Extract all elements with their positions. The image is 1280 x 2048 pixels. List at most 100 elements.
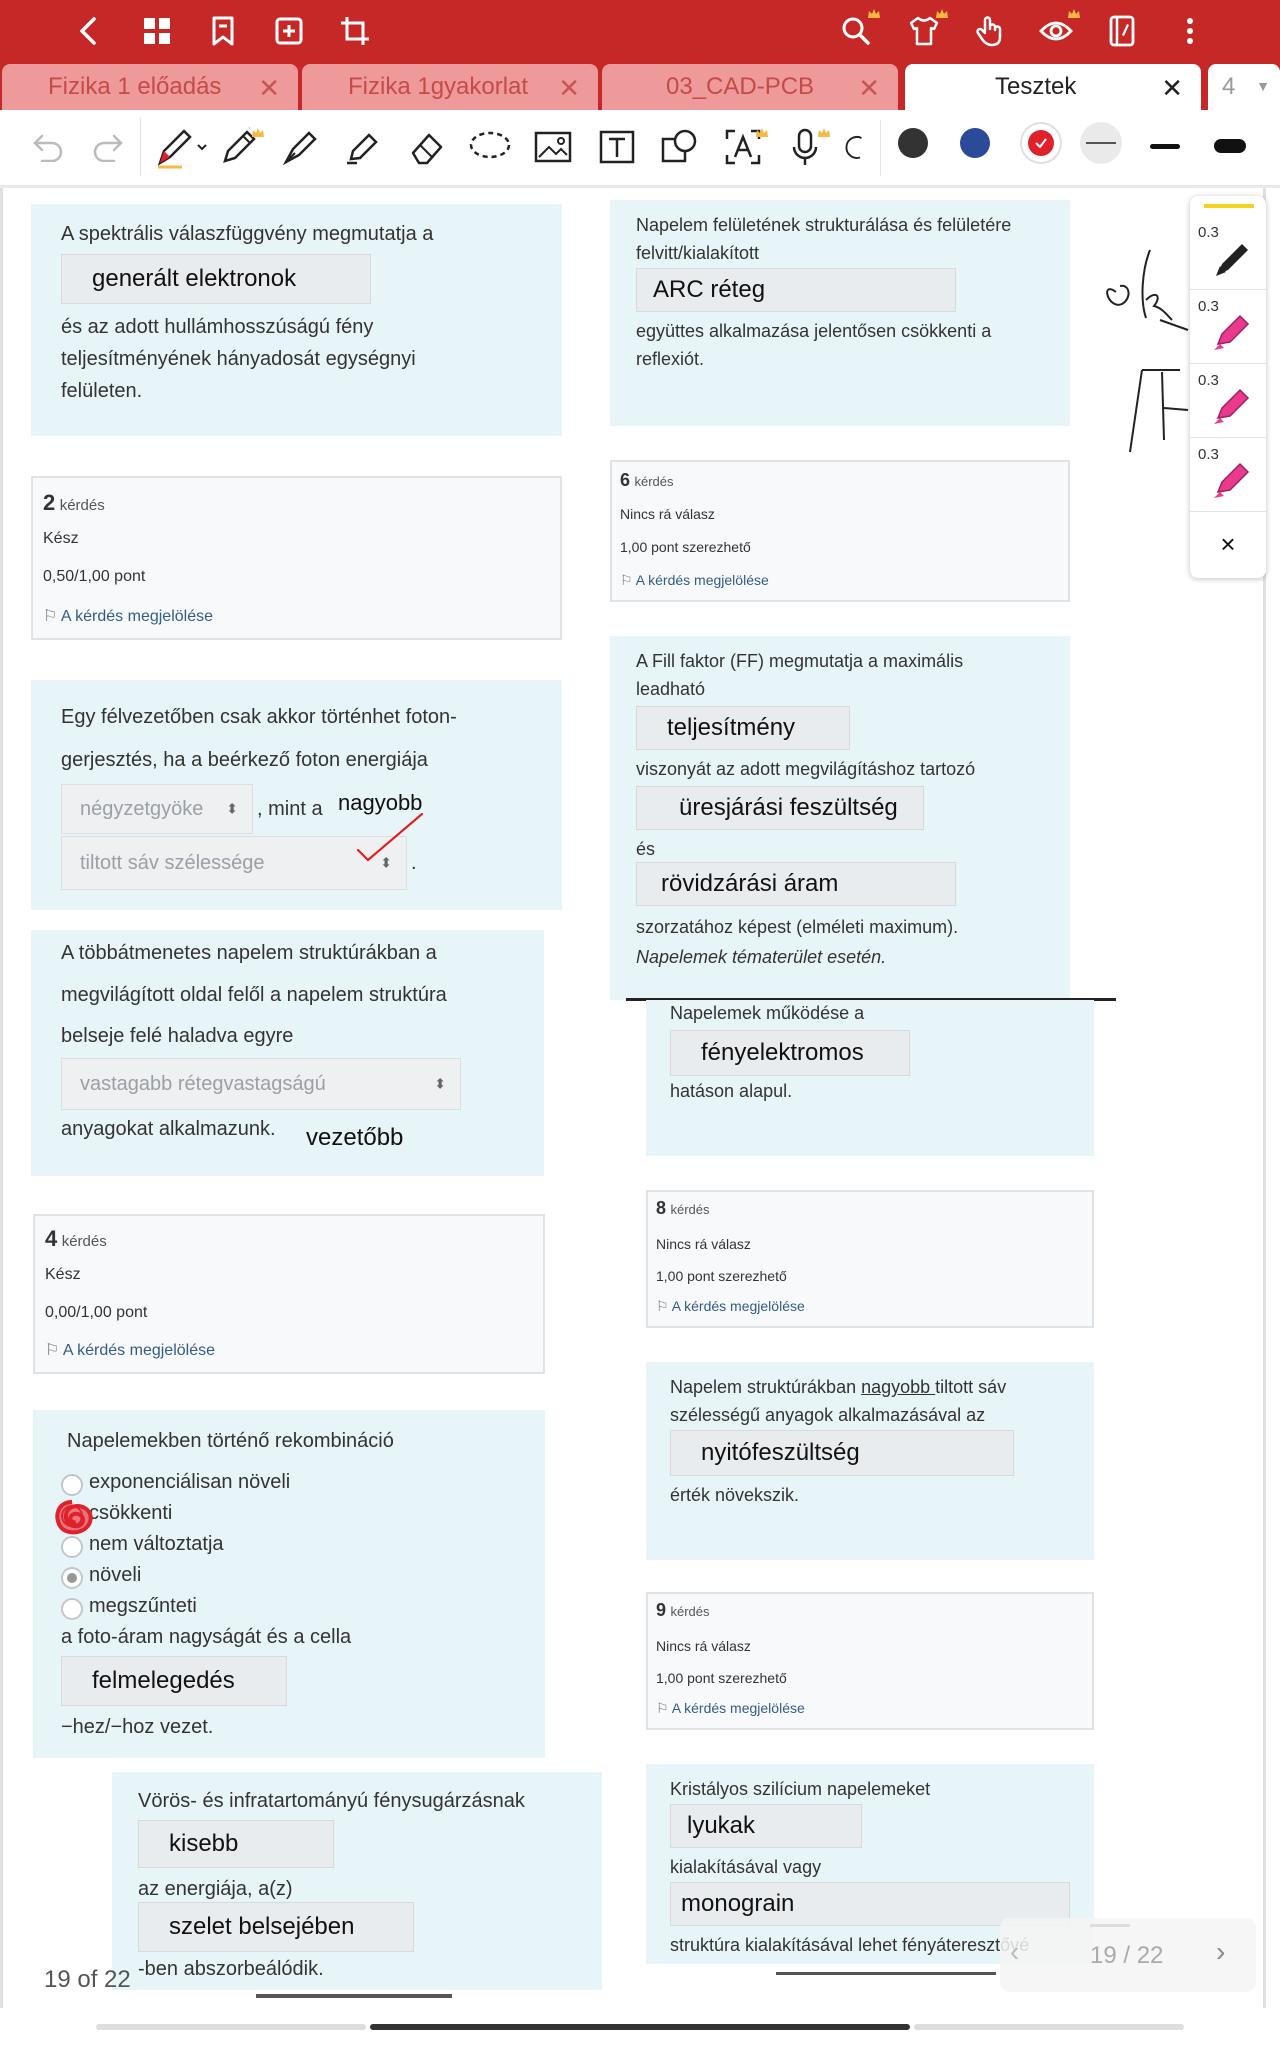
answer-value: felmelegedés [92,1667,235,1694]
handwritten-checkmark [356,812,424,862]
undo-icon[interactable] [26,124,72,170]
radio-label: csökkenti [89,1502,173,1524]
color-swatch-red-selected[interactable] [1020,122,1062,164]
add-page-icon[interactable] [269,11,309,51]
tab-count-button[interactable]: 4 ▼ [1208,64,1280,110]
hand-touch-icon[interactable] [970,11,1010,51]
bookmark-icon[interactable] [203,11,243,51]
question-text: együttes alkalmazása jelentősen csökkent… [636,321,992,341]
answer-field[interactable]: ARC réteg [636,268,956,312]
question-text: −hez/−hoz vezet. [61,1716,214,1738]
question-status: Kész [43,530,79,547]
flag-question-link[interactable]: ⚐ A kérdés megjelölése [45,1340,215,1360]
answer-value: fényelektromos [701,1039,864,1066]
radio-option-3[interactable] [61,1536,83,1558]
search-icon[interactable] [836,9,880,51]
pen-preset-3[interactable]: 0.3 [1190,364,1266,438]
answer-field[interactable]: nyitófeszültség [670,1430,1014,1476]
toolbar-divider [880,120,881,176]
ocr-icon[interactable] [720,124,768,170]
handwritten-scribble [55,1500,93,1535]
previous-page-icon[interactable]: ‹ [1010,1936,1019,1968]
answer-select-3[interactable]: vastagabb rétegvastagságú ⬍ [61,1058,461,1110]
answer-value: rövidzárási áram [661,870,839,897]
radio-label: exponenciálisan növeli [89,1471,291,1493]
stroke-thick-button[interactable] [1214,139,1246,153]
radio-option-4[interactable] [61,1567,83,1589]
document-scrollbar-thumb[interactable] [370,2024,910,2030]
tab-count: 4 [1222,73,1236,100]
answer-select-1[interactable]: négyzetgyöke ⬍ [61,784,253,834]
close-icon[interactable]: ✕ [558,73,580,104]
pen-preset-2[interactable]: 0.3 [1190,290,1266,364]
text-icon[interactable] [594,124,640,170]
color-swatch-blue[interactable] [960,128,990,158]
flag-question-link[interactable]: ⚐ A kérdés megjelölése [43,606,213,626]
flag-question-link[interactable]: ⚐ A kérdés megjelölése [656,1298,805,1315]
check-icon [1035,138,1047,148]
next-page-icon[interactable]: › [1216,1936,1225,1968]
shapes-icon[interactable] [656,124,702,170]
crop-icon[interactable] [335,11,375,51]
radio-option-5[interactable] [61,1598,83,1620]
highlighter-icon[interactable] [340,124,386,170]
tab-fizika-gyakorlat[interactable]: Fizika 1gyakorlat ✕ [302,64,598,110]
select-arrows-icon: ⬍ [226,800,238,817]
highlighter-pink-icon [1214,314,1250,350]
close-icon[interactable]: ✕ [1161,73,1183,104]
grid-icon[interactable] [137,11,177,51]
question-points: 1,00 pont szerezhető [656,1670,787,1686]
back-arrow-icon[interactable] [68,11,108,51]
microphone-icon[interactable] [782,124,830,170]
answer-field[interactable]: fényelektromos [670,1030,910,1076]
answer-field[interactable]: kisebb [138,1820,334,1868]
radio-option-1[interactable] [61,1474,83,1496]
close-icon[interactable]: ✕ [258,73,280,104]
answer-field[interactable]: üresjárási feszültség [636,786,924,830]
question-text: leadható [636,679,706,699]
answer-field[interactable]: lyukak [670,1804,862,1848]
question-text: viszonyát az adott megvilágításhoz tarto… [636,759,976,779]
fountain-pen-icon[interactable] [278,124,324,170]
question-label: kérdés [59,497,105,514]
eye-icon[interactable] [1036,9,1080,51]
answer-value: szelet belsejében [169,1913,355,1940]
flag-question-link[interactable]: ⚐ A kérdés megjelölése [620,572,769,589]
question-text: gerjesztés, ha a beérkező foton energiáj… [61,749,428,771]
stroke-medium-button[interactable] [1150,144,1180,149]
pencil-icon[interactable] [216,124,264,170]
close-icon[interactable]: ✕ [858,73,880,104]
flag-question-link[interactable]: ⚐ A kérdés megjelölése [656,1700,805,1717]
tab-cad-pcb[interactable]: 03_CAD-PCB ✕ [602,64,898,110]
answer-field[interactable]: szelet belsejében [138,1902,414,1952]
answer-field[interactable]: rövidzárási áram [636,862,956,906]
shirt-icon[interactable] [904,9,948,51]
lasso-shape-icon[interactable] [842,124,872,170]
image-icon[interactable] [530,124,576,170]
eraser-icon[interactable] [404,124,450,170]
flag-icon: ⚐ [620,572,633,588]
tab-tesztek[interactable]: Tesztek ✕ [905,64,1201,110]
tab-fizika-eloadas[interactable]: Fizika 1 előadás ✕ [2,64,298,110]
answer-value: generált elektronok [92,265,297,292]
pen-tool-icon[interactable] [150,124,214,170]
color-swatch-black[interactable] [898,128,928,158]
pen-preset-4[interactable]: 0.3 [1190,438,1266,512]
stroke-thin-button[interactable] [1080,122,1122,164]
pen-preset-1[interactable]: 0.3 [1190,216,1266,290]
answer-field[interactable]: generált elektronok [61,254,371,304]
lasso-icon[interactable] [467,124,513,170]
redo-icon[interactable] [84,124,130,170]
question-status: Nincs rá válasz [656,1638,751,1654]
question-text: belseje felé haladva egyre [61,1025,294,1047]
answer-field[interactable]: teljesítmény [636,706,850,750]
question-label: kérdés [670,1604,710,1619]
answer-field[interactable]: felmelegedés [61,1656,287,1706]
question-text: A Fill faktor (FF) megmutatja a maximáli… [636,651,964,671]
more-vertical-icon[interactable] [1170,11,1210,51]
question-status: Kész [45,1266,81,1283]
horizontal-scroll-indicator[interactable] [256,1994,452,1998]
close-icon[interactable]: × [1190,516,1266,572]
question-number: 8 [656,1198,667,1218]
notebook-icon[interactable] [1102,11,1142,51]
